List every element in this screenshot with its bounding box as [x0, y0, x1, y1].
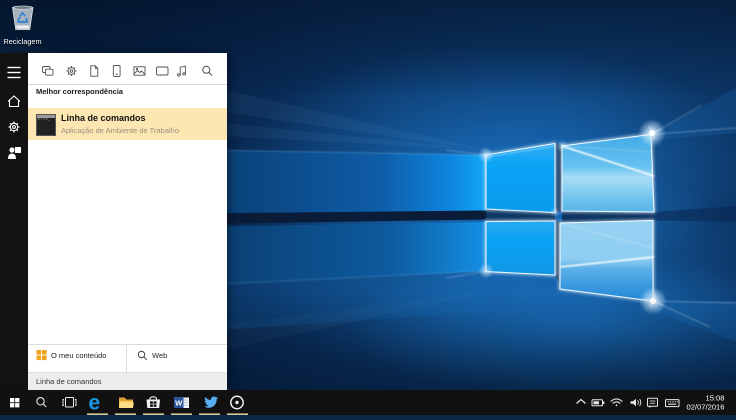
svg-text:Reciclagem: Reciclagem: [3, 37, 41, 46]
svg-text:02/07/2016: 02/07/2016: [686, 402, 724, 411]
svg-text:W: W: [175, 399, 183, 408]
svg-text:e: e: [89, 392, 101, 415]
svg-text:15:08: 15:08: [705, 393, 724, 402]
